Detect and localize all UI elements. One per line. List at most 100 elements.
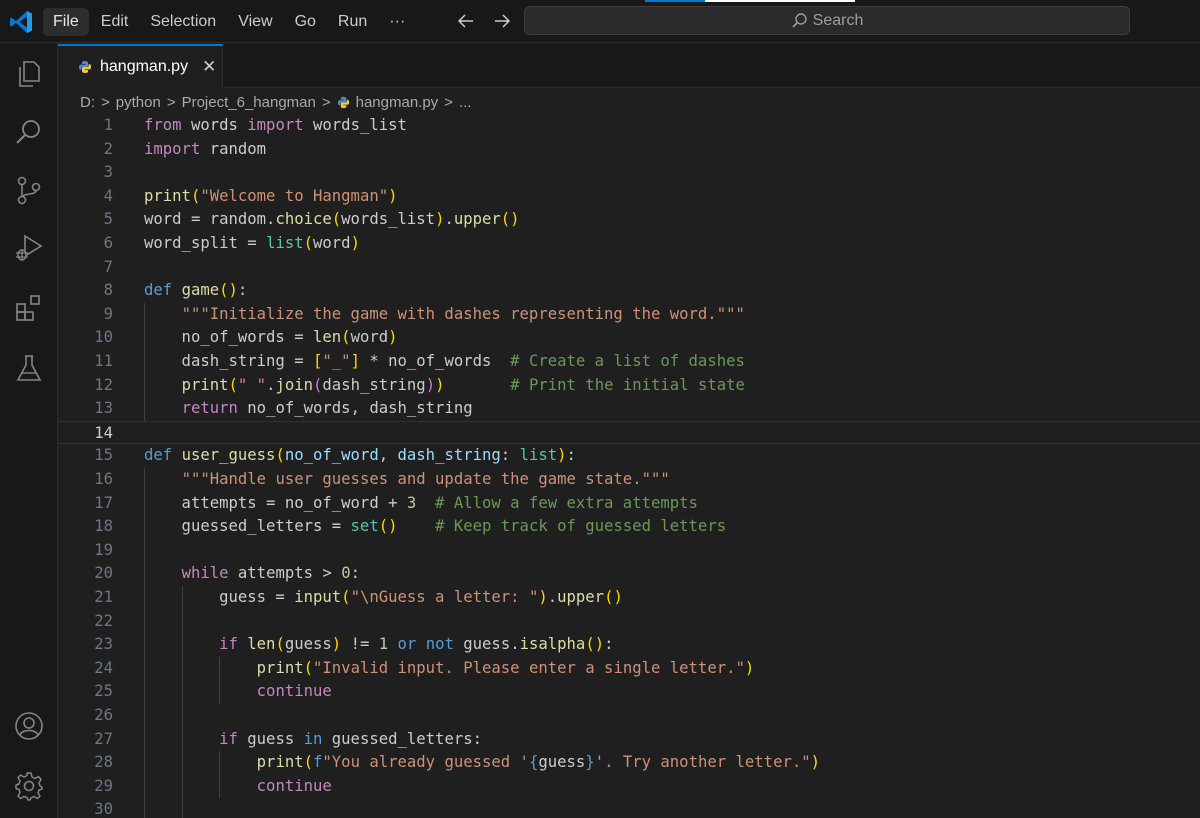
tab-hangman-py[interactable]: hangman.py ✕ — [58, 44, 223, 88]
code-line[interactable]: 27 if guess in guessed_letters: — [58, 728, 1200, 752]
code-token: word — [350, 328, 389, 347]
code-token: () — [378, 517, 398, 536]
indent-guide — [144, 302, 145, 421]
code-editor[interactable]: 1 from words import words_list 2 import ran… — [58, 114, 1200, 818]
code-token: ) — [810, 753, 821, 772]
code-line[interactable]: 2 import random — [58, 138, 1200, 162]
code-line[interactable]: 20 while attempts > 0: — [58, 562, 1200, 586]
code-line[interactable]: 23 if len(guess) != 1 or not guess.isalp… — [58, 633, 1200, 657]
code-token: import — [144, 139, 201, 158]
code-line[interactable]: 5 word = random.choice(words_list).upper(… — [58, 208, 1200, 232]
code-line[interactable]: 15 def user_guess(no_of_word, dash_string… — [58, 444, 1200, 468]
code-line[interactable]: 6 word_split = list(word) — [58, 232, 1200, 256]
code-line[interactable]: 16 """Handle user guesses and update the… — [58, 468, 1200, 492]
line-number: 5 — [103, 210, 113, 229]
menu-edit[interactable]: Edit — [91, 8, 139, 36]
title-bar: File Edit Selection View Go Run ··· Sear… — [0, 0, 1200, 43]
code-line[interactable]: 29 continue — [58, 775, 1200, 799]
code-text: continue — [144, 680, 332, 704]
line-number: 15 — [94, 446, 113, 465]
menu-view[interactable]: View — [228, 8, 282, 36]
code-text: word = random.choice(words_list).upper() — [144, 208, 520, 232]
code-text: print(f"You already guessed '{guess}'. T… — [144, 751, 820, 775]
code-line[interactable]: 26 — [58, 704, 1200, 728]
code-text: continue — [144, 775, 332, 799]
command-center-search[interactable]: Search — [524, 6, 1130, 35]
code-line[interactable]: 18 guessed_letters = set() # Keep track … — [58, 515, 1200, 539]
breadcrumb-folder-project[interactable]: Project_6_hangman — [182, 94, 316, 111]
code-token: ) — [388, 186, 398, 205]
code-line[interactable]: 24 print("Invalid input. Please enter a … — [58, 657, 1200, 681]
account-icon[interactable] — [13, 710, 45, 742]
title-highlight-line — [705, 0, 855, 2]
code-token: word = random. — [144, 210, 276, 229]
code-line[interactable]: 7 — [58, 256, 1200, 280]
code-token: not — [425, 635, 454, 654]
code-token: guess. — [453, 635, 520, 654]
breadcrumb-folder-python[interactable]: python — [116, 94, 161, 111]
code-line[interactable]: 17 attempts = no_of_word + 3 # Allow a f… — [58, 492, 1200, 516]
code-token: """Handle user guesses and update the ga… — [181, 470, 670, 488]
code-line[interactable]: 10 no_of_words = len(word) — [58, 326, 1200, 350]
back-arrow-icon[interactable] — [455, 10, 477, 32]
line-number: 13 — [94, 399, 113, 418]
code-line[interactable]: 9 """Initialize the game with dashes rep… — [58, 303, 1200, 327]
code-token: . — [444, 210, 454, 229]
code-token: ) — [350, 234, 360, 252]
code-line[interactable]: 12 print(" ".join(dash_string)) # Print … — [58, 374, 1200, 398]
code-token: " " — [237, 375, 267, 394]
extensions-icon[interactable] — [13, 292, 45, 324]
breadcrumb-drive[interactable]: D: — [80, 94, 95, 111]
indent-guide — [219, 656, 221, 704]
code-line[interactable]: 14 — [58, 420, 1200, 445]
code-line[interactable]: 22 — [58, 610, 1200, 634]
menu-run[interactable]: Run — [328, 8, 377, 36]
code-text: no_of_words = len(word) — [144, 326, 398, 350]
code-token: words — [181, 116, 248, 134]
code-text: """Handle user guesses and update the ga… — [144, 468, 670, 492]
menu-file[interactable]: File — [43, 7, 89, 36]
code-line[interactable]: 21 guess = input("\nGuess a letter: ").u… — [58, 586, 1200, 610]
code-token: attempts > — [228, 564, 342, 583]
code-line[interactable]: 25 continue — [58, 680, 1200, 704]
testing-icon[interactable] — [13, 352, 45, 384]
code-text: print(" ".join(dash_string)) # Print the… — [144, 374, 745, 398]
code-token: guess — [237, 729, 304, 748]
code-line[interactable]: 19 — [58, 539, 1200, 563]
menu-go[interactable]: Go — [285, 8, 326, 36]
code-line[interactable]: 30 — [58, 798, 1200, 818]
tab-close-icon[interactable]: ✕ — [202, 57, 216, 77]
forward-arrow-icon[interactable] — [491, 10, 513, 32]
code-token: import — [247, 116, 304, 134]
code-token: or — [397, 635, 417, 654]
code-token: ( — [303, 658, 314, 677]
code-token: ] — [350, 352, 360, 370]
code-token: def — [144, 281, 173, 300]
explorer-icon[interactable] — [13, 58, 45, 90]
code-token: ( — [341, 588, 351, 606]
code-token: word — [313, 234, 351, 252]
source-control-icon[interactable] — [13, 174, 45, 206]
run-debug-icon[interactable] — [13, 232, 45, 264]
settings-gear-icon[interactable] — [13, 770, 45, 802]
menu-selection[interactable]: Selection — [140, 8, 226, 36]
breadcrumb-more[interactable]: ... — [459, 94, 472, 111]
code-token: while — [181, 564, 229, 583]
code-token: . — [547, 588, 558, 606]
search-icon[interactable] — [13, 116, 45, 148]
code-token: continue — [256, 776, 332, 795]
code-line[interactable]: 28 print(f"You already guessed '{guess}'… — [58, 751, 1200, 775]
code-text: attempts = no_of_word + 3 # Allow a few … — [144, 492, 698, 516]
code-line[interactable]: 13 return no_of_words, dash_string — [58, 397, 1200, 421]
code-line[interactable]: 8 def game(): — [58, 279, 1200, 303]
code-line[interactable]: 1 from words import words_list — [58, 114, 1200, 138]
breadcrumb-file[interactable]: hangman.py — [356, 94, 439, 111]
code-line[interactable]: 4 print("Welcome to Hangman") — [58, 185, 1200, 209]
menu-more[interactable]: ··· — [379, 8, 415, 36]
code-line[interactable]: 11 dash_string = ["_"] * no_of_words # C… — [58, 350, 1200, 374]
code-line[interactable]: 3 — [58, 161, 1200, 185]
